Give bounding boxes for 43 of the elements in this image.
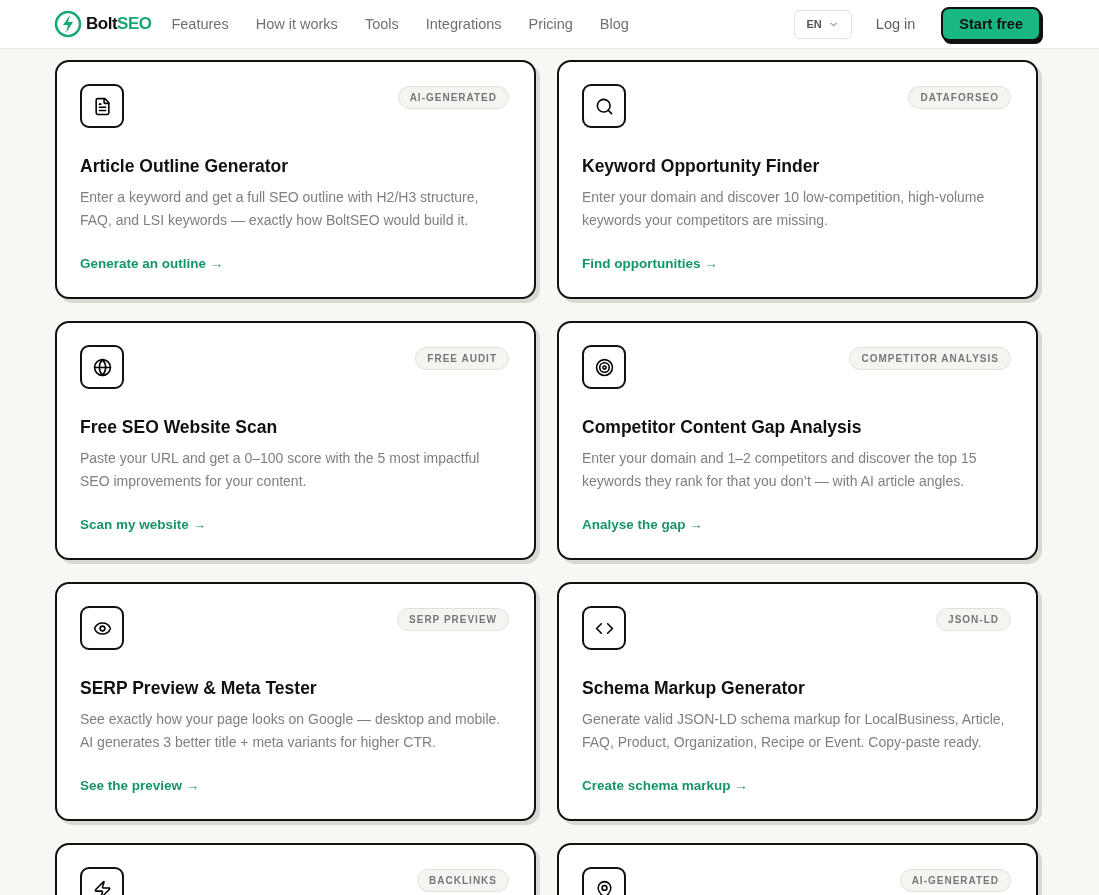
card-title: SERP Preview & Meta Tester	[80, 678, 318, 699]
tool-icon	[92, 96, 112, 116]
nav-link[interactable]: How it works	[255, 16, 338, 32]
card-link[interactable]: See the preview →	[80, 778, 509, 793]
card-description: Enter a keyword and get a full SEO outline with H2/H3 structure, FAQ, and LSI keywords — exactly how BoltSEO would build it.	[80, 188, 480, 230]
tag-label: AI-GENERATED	[899, 869, 1011, 892]
card-link[interactable]: Scan my website →	[80, 517, 509, 532]
nav-link[interactable]: Pricing	[528, 16, 573, 32]
nav-link[interactable]: Integrations	[425, 16, 502, 32]
card-link[interactable]: Create schema markup →	[582, 778, 1011, 793]
tag-label: AI-GENERATED	[397, 86, 509, 109]
nav-link[interactable]: Tools	[364, 16, 399, 32]
login-link[interactable]: Log in	[875, 16, 916, 32]
card-description: Generate valid JSON-LD schema markup for LocalBusiness, Article, FAQ, Product, Organization, Recipe or Event. Copy-paste ready.	[582, 710, 1006, 752]
tool-icon	[594, 879, 614, 895]
tag-label: DATAFORSEO	[908, 86, 1011, 109]
card-title: Competitor Content Gap Analysis	[582, 417, 863, 438]
nav-link[interactable]: Features	[171, 16, 229, 32]
tag-label: JSON-LD	[936, 608, 1011, 631]
tool-icon	[92, 357, 112, 377]
logo-text[interactable]: BoltSEO	[86, 14, 152, 34]
card-description: Enter your domain and 1–2 competitors and discover the top 15 keywords they rank for that you don’t — with AI article angles.	[582, 449, 978, 491]
start-free-button[interactable]: Start free	[941, 7, 1041, 41]
card-description: See exactly how your page looks on Google — desktop and mobile. AI generates 3 better title + meta variants for higher CTR.	[80, 710, 502, 752]
tag-label: COMPETITOR ANALYSIS	[849, 347, 1011, 370]
card-description: Paste your URL and get a 0–100 score with the 5 most impactful SEO improvements for your content.	[80, 449, 481, 491]
card-title: Article Outline Generator	[80, 156, 290, 177]
tool-icon	[594, 357, 614, 377]
tag-label: SERP PREVIEW	[397, 608, 509, 631]
nav-link[interactable]: Blog	[599, 16, 629, 32]
tag-label: FREE AUDIT	[415, 347, 509, 370]
logo-icon	[54, 10, 82, 38]
card-description: Enter your domain and discover 10 low-competition, high-volume keywords your competitors are missing.	[582, 188, 986, 230]
card-title: Free SEO Website Scan	[80, 417, 279, 438]
card-link[interactable]: Find opportunities →	[582, 256, 1011, 271]
card-title: Schema Markup Generator	[582, 678, 806, 699]
tool-icon	[92, 879, 112, 895]
card-title: Keyword Opportunity Finder	[582, 156, 821, 177]
tool-icon	[594, 96, 614, 116]
card-link[interactable]: Generate an outline →	[80, 256, 509, 271]
card-link[interactable]: Analyse the gap →	[582, 517, 1011, 532]
language-select[interactable]: EN	[793, 9, 852, 39]
tag-label: BACKLINKS	[417, 869, 509, 892]
